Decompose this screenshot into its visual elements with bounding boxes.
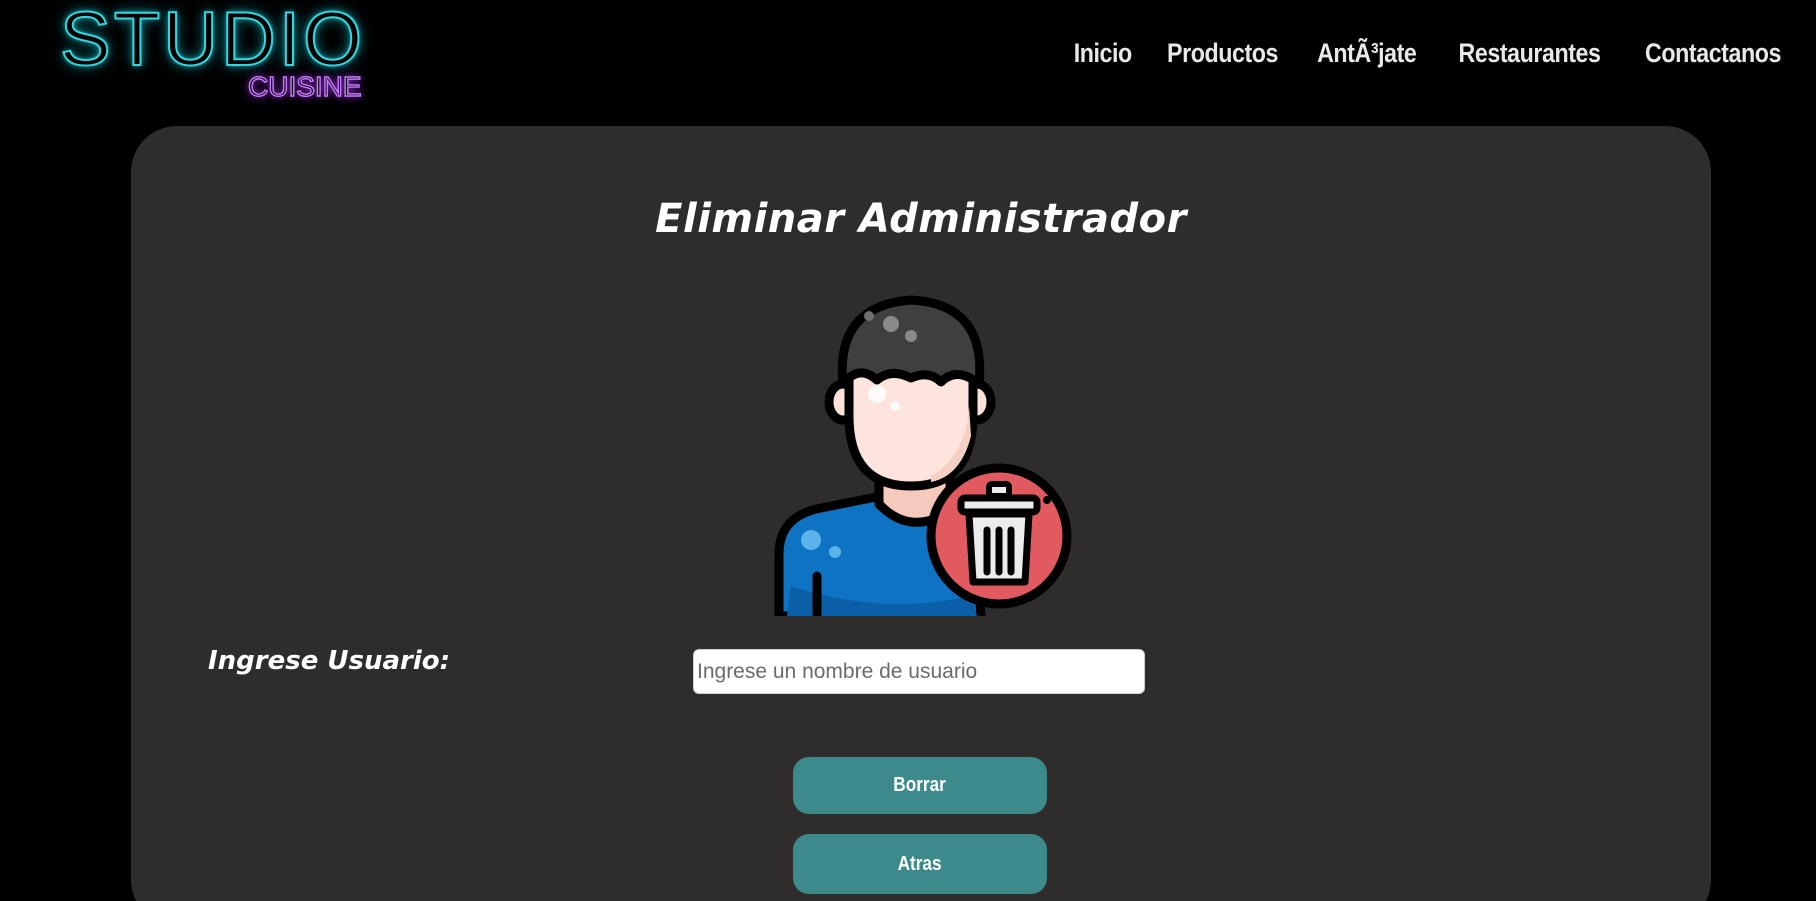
logo-main-text: STUDIO — [59, 0, 366, 82]
logo-sub-text: CUISINE — [247, 71, 362, 102]
studio-cuisine-logo[interactable]: STUDIO CUISINE — [59, 0, 400, 110]
nav-item-productos[interactable]: Productos — [1167, 38, 1278, 69]
delete-button-label: Borrar — [893, 774, 947, 796]
nav-item-contactanos[interactable]: Contactanos — [1645, 38, 1781, 69]
username-label: Ingrese Usuario: — [208, 646, 451, 676]
delete-admin-card: Eliminar Administrador Ingrese Usuario: … — [131, 126, 1711, 901]
delete-button[interactable]: Borrar — [793, 757, 1047, 814]
page-title: Eliminar Administrador — [655, 196, 1187, 242]
main-nav: Inicio Productos AntÃ³jate Restaurantes … — [1069, 38, 1792, 69]
back-button-label: Atras — [898, 852, 942, 875]
nav-item-restaurantes[interactable]: Restaurantes — [1458, 38, 1600, 69]
delete-user-icon — [751, 286, 1101, 621]
username-input[interactable] — [693, 649, 1145, 694]
nav-item-antojate[interactable]: AntÃ³jate — [1317, 38, 1417, 69]
back-button[interactable]: Atras — [793, 834, 1047, 894]
page: STUDIO CUISINE Inicio Productos AntÃ³jat… — [0, 0, 1816, 901]
nav-item-inicio[interactable]: Inicio — [1074, 38, 1132, 69]
